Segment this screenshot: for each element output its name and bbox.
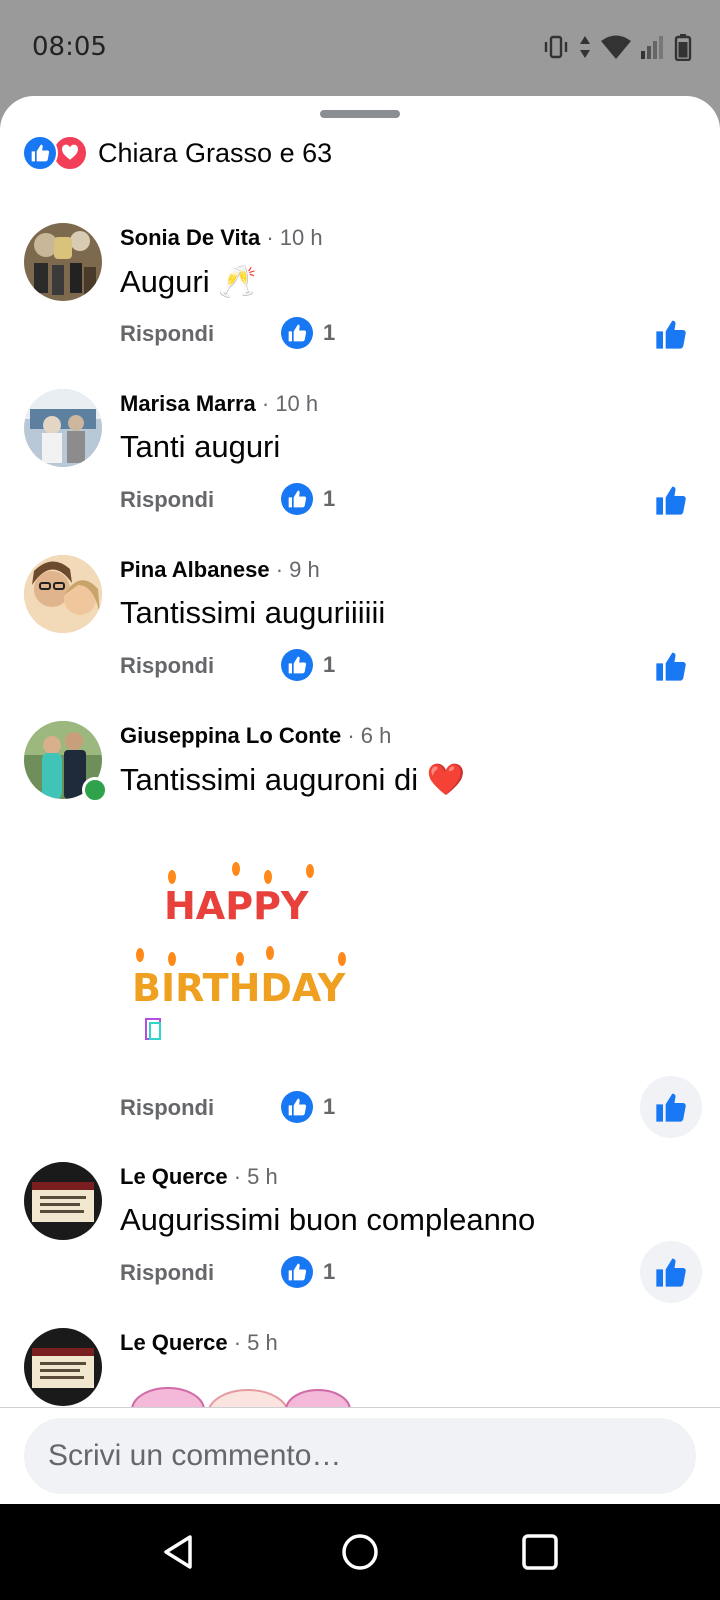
like-icon bbox=[281, 483, 313, 515]
avatar[interactable] bbox=[24, 223, 102, 301]
like-icon bbox=[281, 649, 313, 681]
thumbs-up-icon bbox=[656, 320, 686, 349]
online-status-dot bbox=[82, 777, 108, 803]
comment-time: · 5 h bbox=[233, 1330, 278, 1355]
wifi-icon bbox=[601, 35, 631, 59]
sticker-text-birthday: BIRTHDAY bbox=[132, 966, 346, 1010]
comment-reactions[interactable]: 1 bbox=[281, 317, 335, 349]
reactions-summary[interactable]: Chiara Grasso e 63 bbox=[22, 135, 333, 171]
comment-author[interactable]: Giuseppina Lo Conte bbox=[120, 723, 341, 748]
like-button[interactable] bbox=[640, 469, 702, 531]
comment-author[interactable]: Marisa Marra bbox=[120, 391, 256, 416]
comment-meta: Giuseppina Lo Conte · 6 h bbox=[120, 723, 391, 749]
like-count: 1 bbox=[323, 486, 336, 511]
comment-author[interactable]: Le Querce bbox=[120, 1164, 228, 1189]
composer-divider bbox=[0, 1407, 720, 1408]
like-button[interactable] bbox=[640, 1241, 702, 1303]
comment-author[interactable]: Pina Albanese bbox=[120, 557, 270, 582]
birthday-sticker[interactable]: HAPPY BIRTHDAY bbox=[120, 841, 380, 1051]
comment-time: · 6 h bbox=[347, 723, 392, 748]
like-icon bbox=[281, 1256, 313, 1288]
comment-text: Auguri 🥂 bbox=[120, 264, 257, 299]
home-icon[interactable] bbox=[340, 1532, 380, 1572]
comment-meta: Sonia De Vita · 10 h bbox=[120, 225, 323, 251]
thumbs-up-icon bbox=[656, 1093, 686, 1122]
like-count: 1 bbox=[323, 320, 336, 345]
comment-input-placeholder: Scrivi un commento… bbox=[48, 1439, 342, 1472]
navigation-bar bbox=[0, 1504, 720, 1600]
reply-button[interactable]: Rispondi bbox=[120, 321, 214, 347]
comment-author[interactable]: Sonia De Vita bbox=[120, 225, 260, 250]
avatar[interactable] bbox=[24, 1162, 102, 1240]
like-icon bbox=[22, 135, 58, 171]
thumbs-up-icon bbox=[656, 1258, 686, 1287]
battery-icon bbox=[674, 34, 692, 61]
comment-time: · 9 h bbox=[275, 557, 320, 582]
comment-meta: Le Querce · 5 h bbox=[120, 1330, 278, 1356]
like-icon bbox=[281, 317, 313, 349]
avatar[interactable] bbox=[24, 1328, 102, 1406]
vibrate-icon bbox=[544, 35, 568, 59]
comment-time: · 10 h bbox=[266, 225, 323, 250]
like-button[interactable] bbox=[640, 635, 702, 697]
recents-icon[interactable] bbox=[520, 1532, 560, 1572]
comment-reactions[interactable]: 1 bbox=[281, 483, 335, 515]
comments-sheet: Chiara Grasso e 63 Sonia De Vita · 10 h … bbox=[0, 96, 720, 1504]
status-time: 08:05 bbox=[32, 32, 107, 62]
thumbs-up-icon bbox=[656, 652, 686, 681]
thumbs-up-icon bbox=[656, 486, 686, 515]
like-count: 1 bbox=[323, 1094, 336, 1119]
reply-button[interactable]: Rispondi bbox=[120, 1095, 214, 1121]
reply-button[interactable]: Rispondi bbox=[120, 487, 214, 513]
like-icon bbox=[281, 1091, 313, 1123]
avatar[interactable] bbox=[24, 555, 102, 633]
comment-text: Tantissimi auguriiiiii bbox=[120, 595, 386, 630]
comment-meta: Marisa Marra · 10 h bbox=[120, 391, 318, 417]
data-arrows-icon bbox=[580, 36, 590, 58]
comment-text: Tanti auguri bbox=[120, 429, 281, 464]
comment-reactions[interactable]: 1 bbox=[281, 1091, 335, 1123]
comment-meta: Pina Albanese · 9 h bbox=[120, 557, 320, 583]
avatar[interactable] bbox=[24, 389, 102, 467]
signal-icon bbox=[641, 36, 663, 59]
comment-time: · 5 h bbox=[233, 1164, 278, 1189]
comment-reactions[interactable]: 1 bbox=[281, 1256, 335, 1288]
comment-input[interactable]: Scrivi un commento… bbox=[24, 1418, 696, 1494]
comment-author[interactable]: Le Querce bbox=[120, 1330, 228, 1355]
status-icons bbox=[542, 32, 692, 62]
like-button[interactable] bbox=[640, 303, 702, 365]
like-count: 1 bbox=[323, 652, 336, 677]
drag-handle[interactable] bbox=[320, 110, 400, 118]
reply-button[interactable]: Rispondi bbox=[120, 1260, 214, 1286]
like-count: 1 bbox=[323, 1259, 336, 1284]
reply-button[interactable]: Rispondi bbox=[120, 653, 214, 679]
comment-meta: Le Querce · 5 h bbox=[120, 1164, 278, 1190]
comment-reactions[interactable]: 1 bbox=[281, 649, 335, 681]
comment-time: · 10 h bbox=[261, 391, 319, 416]
reaction-summary-text: Chiara Grasso e 63 bbox=[98, 137, 333, 168]
comment-text: Tantissimi auguroni di ❤️ bbox=[120, 762, 466, 797]
back-icon[interactable] bbox=[158, 1532, 198, 1572]
comment-text: Augurissimi buon compleanno bbox=[120, 1202, 536, 1237]
sticker-text-happy: HAPPY bbox=[164, 884, 309, 928]
status-bar: 08:05 bbox=[0, 0, 720, 96]
like-button[interactable] bbox=[640, 1076, 702, 1138]
comment-sticker-partial[interactable] bbox=[128, 1378, 358, 1408]
